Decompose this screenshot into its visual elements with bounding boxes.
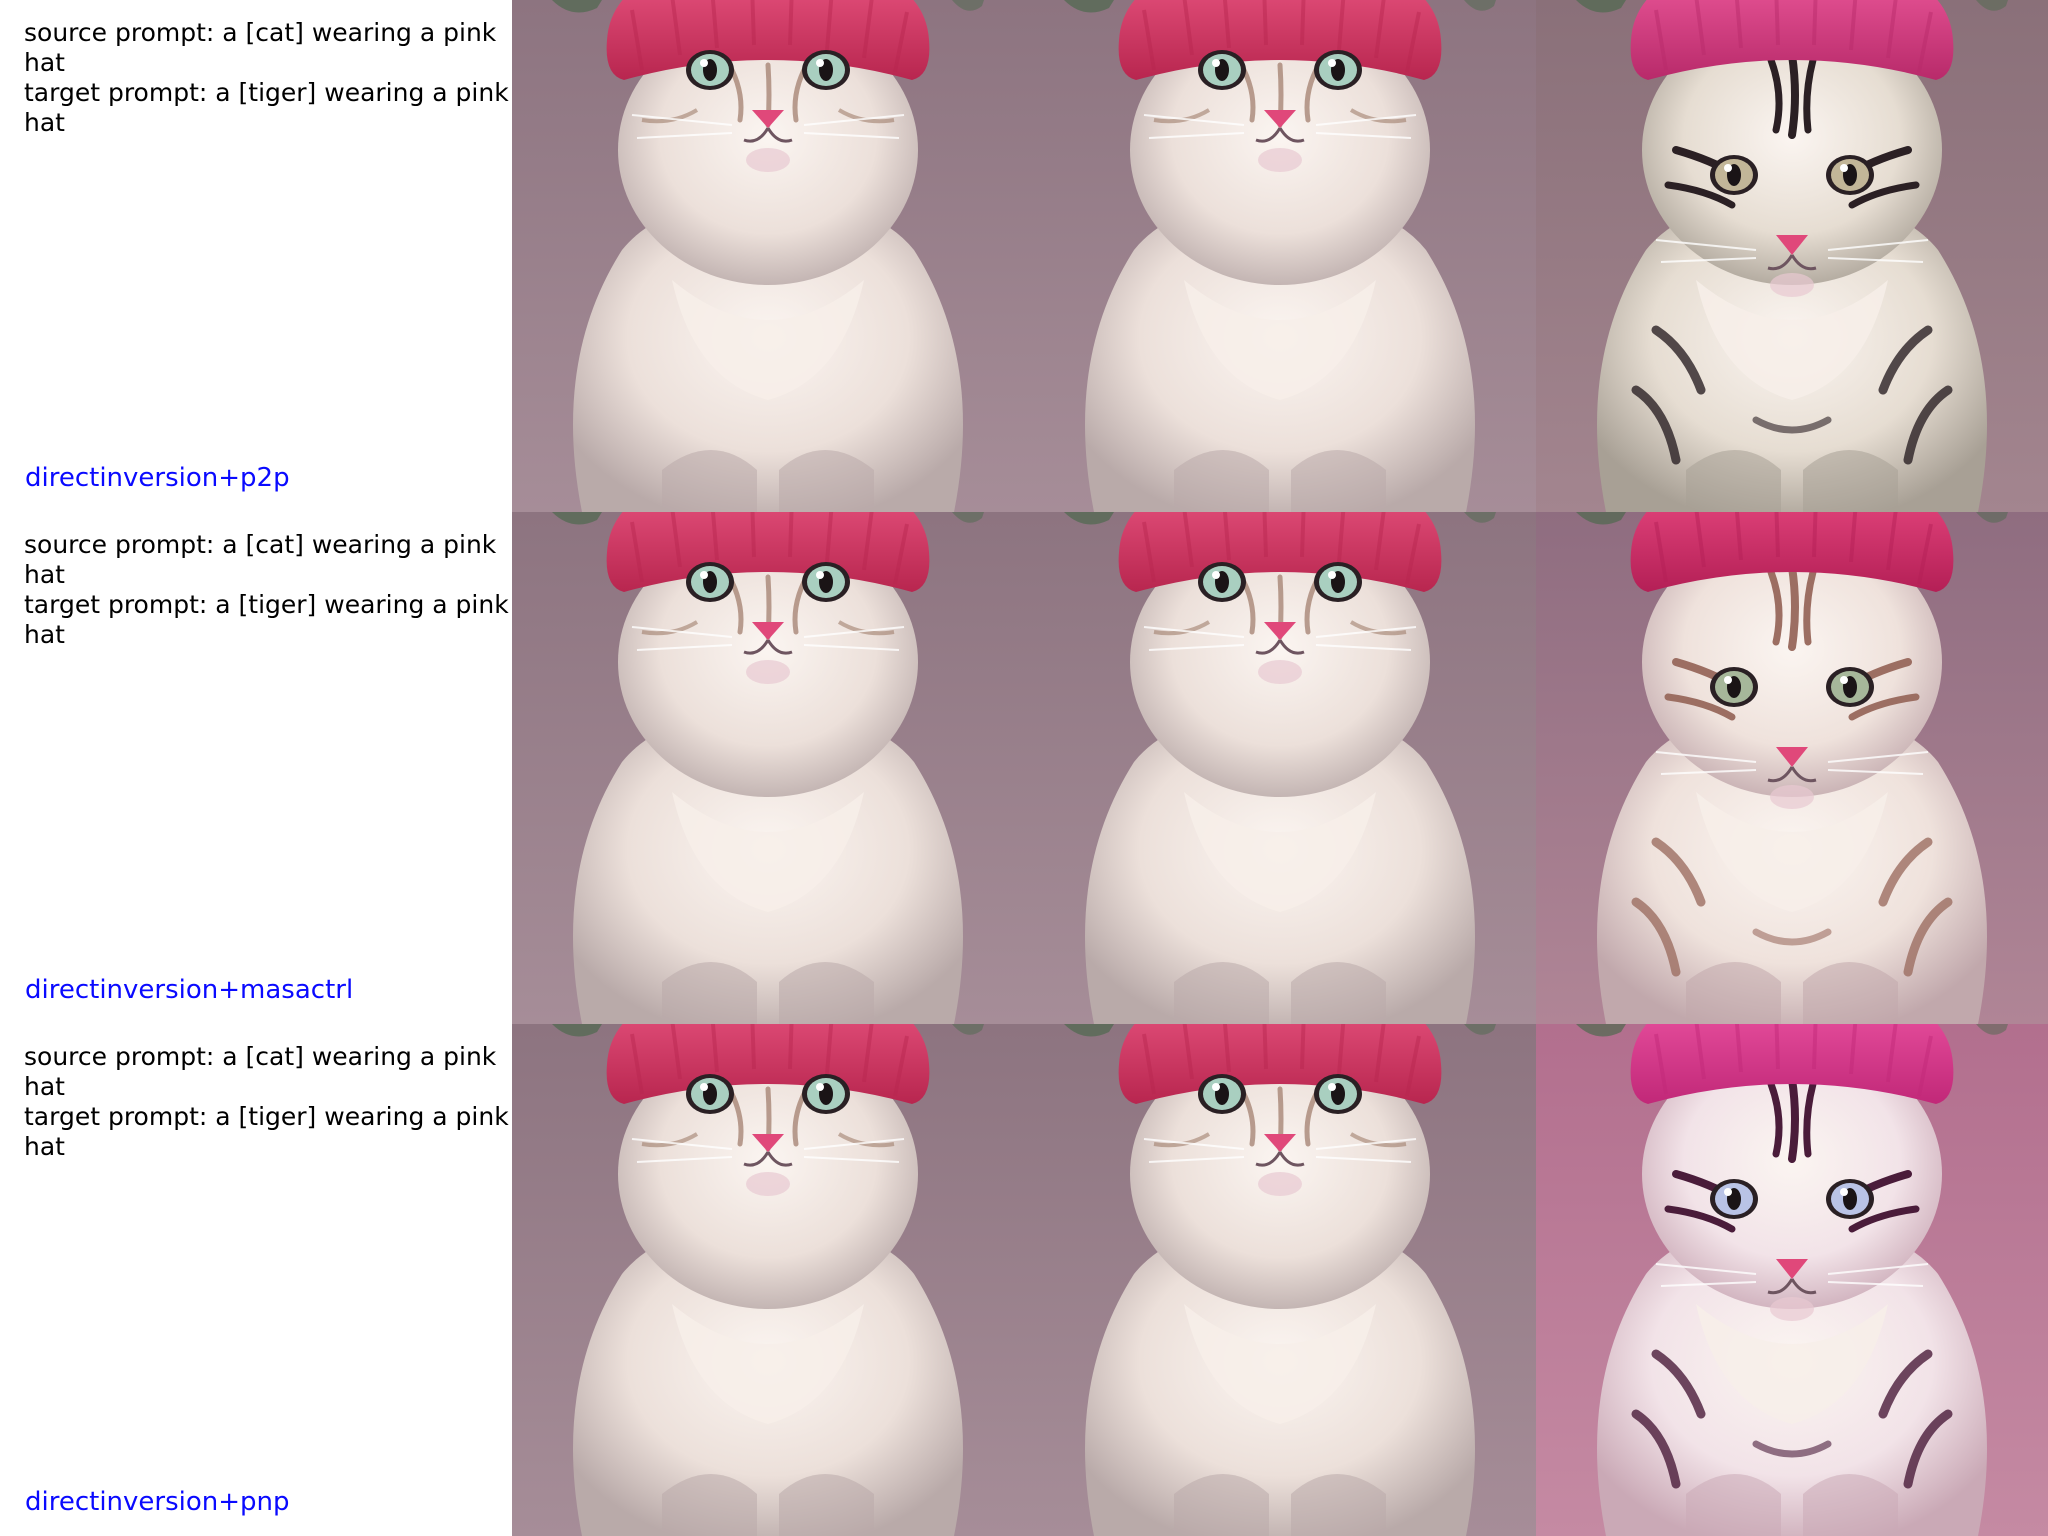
target-prompt: target prompt: a [tiger] wearing a pink …: [24, 78, 509, 137]
reconstructed-cat-image-graphic: [1024, 1024, 1536, 1536]
edited-tiger-image-graphic: [1536, 0, 2048, 512]
label-cell: source prompt: a [cat] wearing a pink ha…: [0, 1024, 512, 1536]
method-label: directinversion+masactrl: [25, 975, 354, 1005]
edited-tiger-image: [1536, 512, 2048, 1024]
source-prompt: source prompt: a [cat] wearing a pink ha…: [24, 1042, 497, 1101]
edited-tiger-image-graphic: [1536, 512, 2048, 1024]
target-prompt: target prompt: a [tiger] wearing a pink …: [24, 590, 509, 649]
source-cat-image: [512, 0, 1024, 512]
reconstructed-cat-image: [1024, 0, 1536, 512]
prompt-text: source prompt: a [cat] wearing a pink ha…: [24, 1042, 514, 1162]
comparison-row-p2p: source prompt: a [cat] wearing a pink ha…: [0, 0, 2048, 512]
prompt-text: source prompt: a [cat] wearing a pink ha…: [24, 530, 514, 650]
method-label: directinversion+p2p: [25, 463, 290, 493]
source-cat-image-graphic: [512, 0, 1024, 512]
reconstructed-cat-image-graphic: [1024, 0, 1536, 512]
reconstructed-cat-image: [1024, 1024, 1536, 1536]
comparison-row-pnp: source prompt: a [cat] wearing a pink ha…: [0, 1024, 2048, 1536]
edited-tiger-image-graphic: [1536, 1024, 2048, 1536]
label-cell: source prompt: a [cat] wearing a pink ha…: [0, 0, 512, 512]
method-label: directinversion+pnp: [25, 1487, 290, 1517]
edited-tiger-image: [1536, 0, 2048, 512]
comparison-row-masactrl: source prompt: a [cat] wearing a pink ha…: [0, 512, 2048, 1024]
comparison-grid: source prompt: a [cat] wearing a pink ha…: [0, 0, 2048, 1536]
source-cat-image: [512, 512, 1024, 1024]
edited-tiger-image: [1536, 1024, 2048, 1536]
reconstructed-cat-image: [1024, 512, 1536, 1024]
prompt-text: source prompt: a [cat] wearing a pink ha…: [24, 18, 514, 138]
target-prompt: target prompt: a [tiger] wearing a pink …: [24, 1102, 509, 1161]
source-prompt: source prompt: a [cat] wearing a pink ha…: [24, 18, 497, 77]
source-cat-image: [512, 1024, 1024, 1536]
source-cat-image-graphic: [512, 512, 1024, 1024]
source-cat-image-graphic: [512, 1024, 1024, 1536]
reconstructed-cat-image-graphic: [1024, 512, 1536, 1024]
label-cell: source prompt: a [cat] wearing a pink ha…: [0, 512, 512, 1024]
source-prompt: source prompt: a [cat] wearing a pink ha…: [24, 530, 497, 589]
